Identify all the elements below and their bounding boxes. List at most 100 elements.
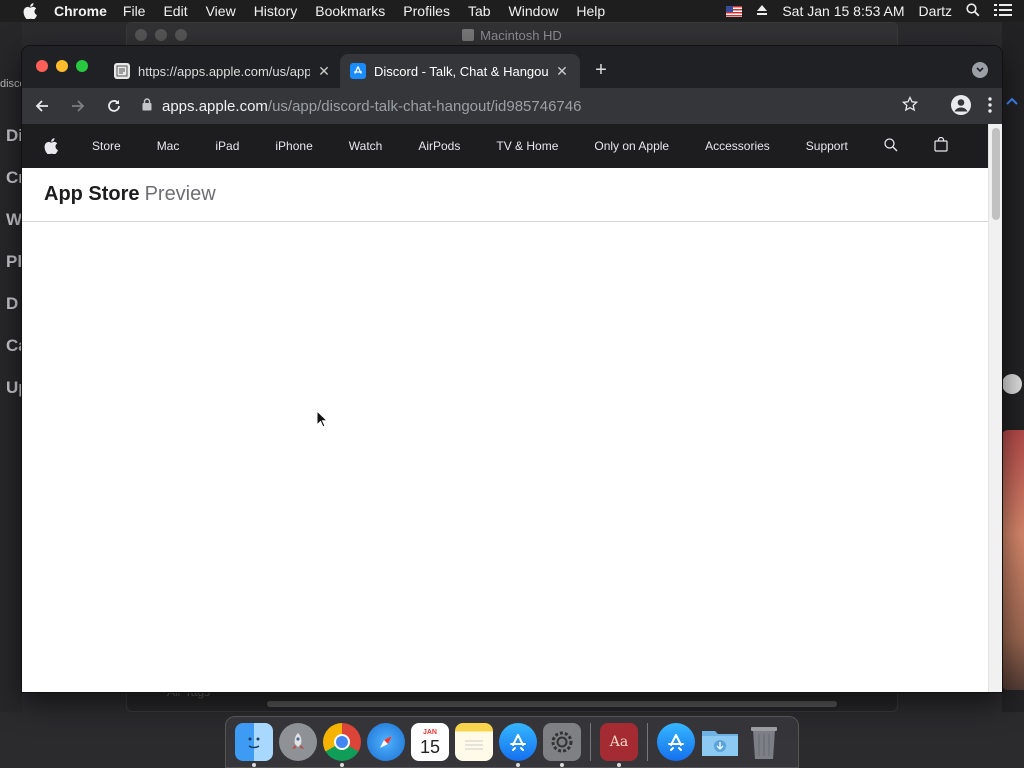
app-store-icon[interactable] [499,723,537,767]
menu-edit[interactable]: Edit [163,3,187,19]
apple-logo-icon[interactable] [44,138,60,154]
tab-search-icon[interactable] [972,62,988,78]
close-tab-icon[interactable]: ✕ [554,63,570,80]
forward-button[interactable] [62,92,94,120]
tab-title: https://apps.apple.com/us/app [138,63,310,79]
calendar-month: JAN [422,728,437,736]
page-subtitle: Preview [144,183,216,205]
nav-only-on-apple[interactable]: Only on Apple [594,139,669,153]
menu-window[interactable]: Window [509,3,559,19]
background-right-window [1002,22,1024,712]
disk-icon [462,29,475,41]
system-preferences-icon[interactable] [543,723,581,767]
dictionary-icon[interactable]: Aa [600,723,638,767]
url-path: /us/app/discord-talk-chat-hangout/id9857… [267,97,582,115]
new-tab-button[interactable]: + [590,60,612,80]
background-label: W [6,210,23,229]
launchpad-icon[interactable] [279,723,317,761]
nav-support[interactable]: Support [806,139,848,153]
generic-page-favicon-icon [114,63,130,79]
background-window-titlebar: Macintosh HD [127,23,897,47]
nav-accessories[interactable]: Accessories [705,139,770,153]
nav-airpods[interactable]: AirPods [418,139,460,153]
menu-profiles[interactable]: Profiles [403,3,450,19]
background-label: Pl [6,252,23,271]
user-name[interactable]: Dartz [919,3,952,19]
page-viewport: Store Mac iPad iPhone Watch AirPods TV &… [22,124,988,692]
dock-separator [590,723,591,761]
app-store-preview-header: App Store Preview [22,168,988,222]
background-label: Di [6,126,23,145]
toolbar-right-actions [934,94,992,121]
tab-title: Discord - Talk, Chat & Hangout [374,63,548,79]
app-store-favicon-icon [350,63,366,79]
close-window-button[interactable] [36,60,48,72]
mouse-pointer-icon [316,409,329,433]
notes-icon[interactable] [455,723,493,761]
tab-apple-store-url[interactable]: https://apps.apple.com/us/app ✕ [104,54,342,88]
spotlight-search-icon[interactable] [966,2,980,20]
lock-icon[interactable] [142,97,152,115]
background-window-controls [135,29,195,41]
nav-watch[interactable]: Watch [349,139,383,153]
bookmark-star-icon[interactable] [901,95,919,116]
chrome-icon[interactable] [323,723,361,767]
nav-iphone[interactable]: iPhone [275,139,312,153]
search-icon[interactable] [884,137,898,155]
input-source-flag-icon[interactable] [726,5,743,17]
calendar-icon[interactable]: JAN 15 [411,723,449,761]
profile-icon[interactable] [950,94,972,121]
background-label: D [6,294,19,313]
tab-discord[interactable]: Discord - Talk, Chat & Hangout ✕ [340,54,580,88]
menu-file[interactable]: File [123,3,146,19]
menu-view[interactable]: View [206,3,236,19]
chrome-icon-center [334,734,350,750]
safari-icon[interactable] [367,723,405,761]
nav-ipad[interactable]: iPad [215,139,239,153]
back-button[interactable] [26,92,58,120]
trash-icon[interactable] [745,723,783,761]
nav-mac[interactable]: Mac [157,139,180,153]
app-name-menu[interactable]: Chrome [54,3,107,19]
scrollbar-thumb[interactable] [992,128,1000,220]
apple-global-nav: Store Mac iPad iPhone Watch AirPods TV &… [22,124,988,168]
more-menu-icon[interactable] [988,97,992,118]
background-horizontal-scrollbar[interactable] [267,701,837,707]
minimize-window-button[interactable] [56,60,68,72]
downloads-folder-icon[interactable] [701,723,739,761]
app-store-alt-icon[interactable] [657,723,695,761]
address-bar[interactable]: apps.apple.com/us/app/discord-talk-chat-… [132,92,922,120]
nav-icons [884,136,984,155]
nav-store[interactable]: Store [92,139,121,153]
dock-separator [647,723,648,761]
page-vertical-scrollbar[interactable] [988,124,1002,692]
apple-menu-icon[interactable] [20,3,40,19]
chevron-up-icon [1006,92,1018,110]
eject-icon[interactable] [756,3,768,19]
clock[interactable]: Sat Jan 15 8:53 AM [782,3,904,19]
background-window-title: Macintosh HD [480,27,562,43]
dictionary-label: Aa [609,734,629,750]
browser-toolbar: apps.apple.com/us/app/discord-talk-chat-… [22,88,1002,124]
finder-icon[interactable] [235,723,273,767]
control-center-icon[interactable] [994,3,1012,20]
background-toggle[interactable] [1002,374,1022,394]
url-host: apps.apple.com [162,97,268,115]
menu-bookmarks[interactable]: Bookmarks [315,3,385,19]
page-title[interactable]: App Store [44,183,140,206]
window-controls [36,60,96,72]
nav-tv-home[interactable]: TV & Home [496,139,558,153]
chrome-window: https://apps.apple.com/us/app ✕ Discord … [22,46,1002,692]
menu-help[interactable]: Help [576,3,605,19]
macos-menubar: Chrome File Edit View History Bookmarks … [0,0,1024,22]
background-app-sidebar: disco Di Cr W Pl D Ca Up [0,22,29,712]
menu-tab[interactable]: Tab [468,3,491,19]
background-wallpaper-image [1002,430,1024,690]
close-tab-icon[interactable]: ✕ [316,63,332,80]
calendar-day: 15 [419,736,441,757]
reload-button[interactable] [98,92,130,120]
zoom-window-button[interactable] [76,60,88,72]
tab-strip: https://apps.apple.com/us/app ✕ Discord … [22,46,1002,88]
shopping-bag-icon[interactable] [934,136,948,155]
menu-history[interactable]: History [254,3,298,19]
